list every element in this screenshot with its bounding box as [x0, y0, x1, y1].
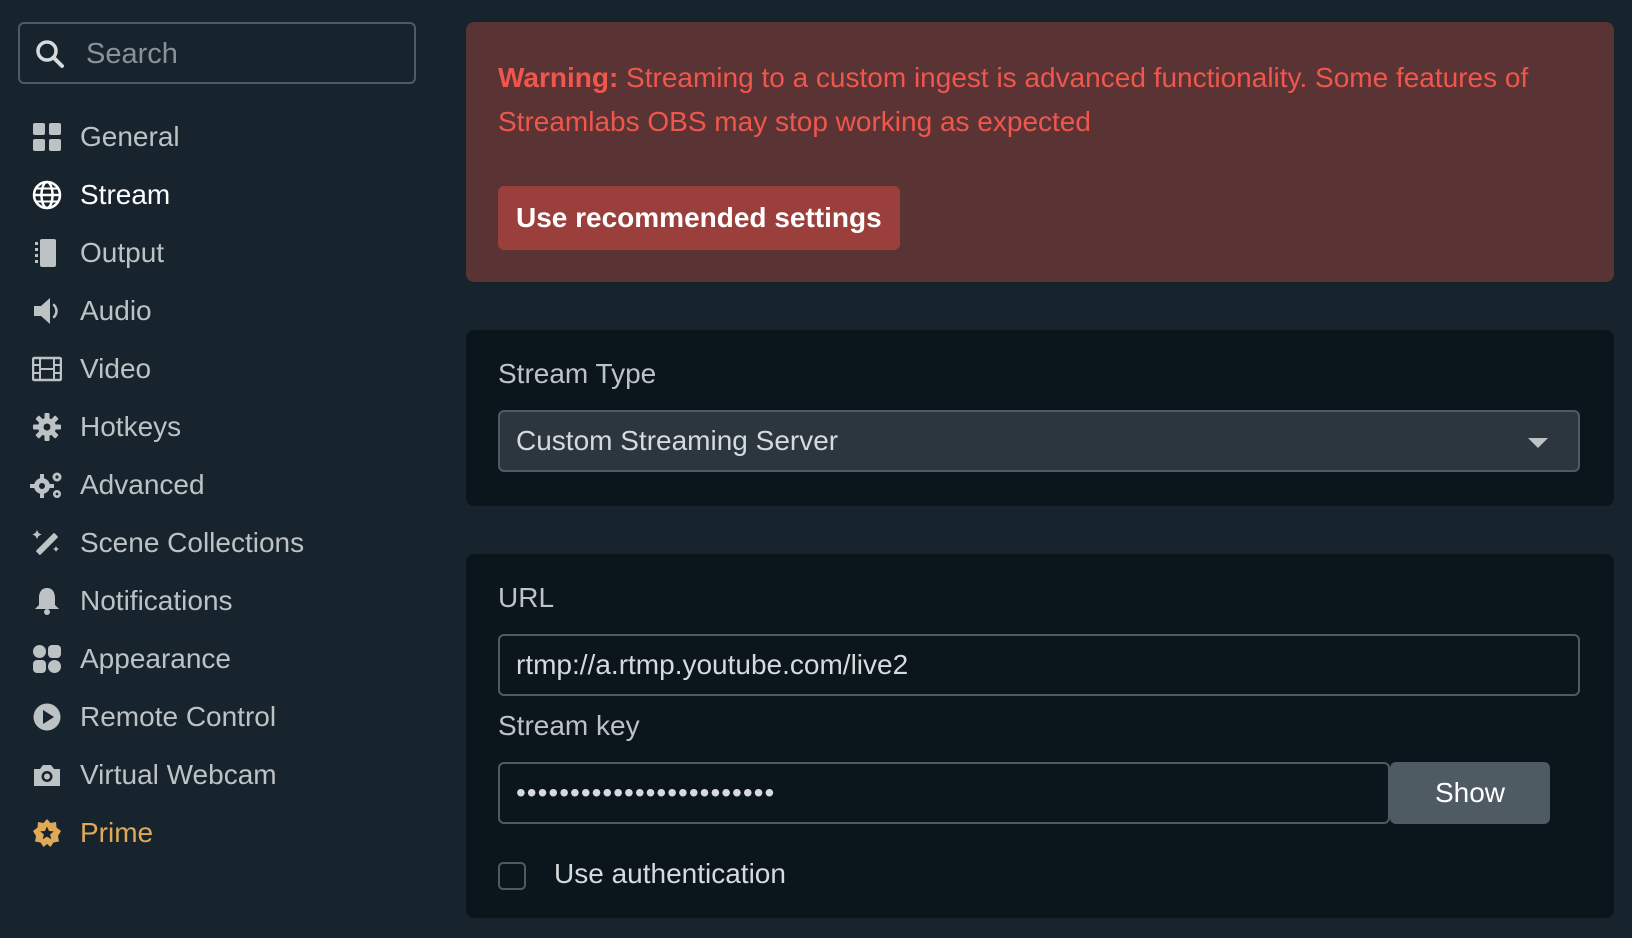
sidebar-item-stream[interactable]: Stream	[30, 175, 170, 215]
stream-type-selected-value: Custom Streaming Server	[516, 425, 839, 456]
sidebar-item-label: Notifications	[80, 585, 233, 616]
sidebar-item-remote-control[interactable]: Remote Control	[30, 697, 276, 737]
sidebar-item-hotkeys[interactable]: Hotkeys	[30, 407, 181, 447]
gears-icon	[30, 468, 64, 502]
search-input[interactable]	[84, 24, 408, 84]
sidebar-item-label: Virtual Webcam	[80, 759, 277, 790]
use-authentication-checkbox[interactable]	[498, 862, 526, 890]
use-recommended-settings-button[interactable]: Use recommended settings	[498, 186, 900, 250]
warning-strong-label: Warning:	[498, 62, 619, 93]
stream-type-card: Stream Type Custom Streaming Server	[466, 330, 1614, 506]
globe-icon	[30, 178, 64, 212]
speaker-icon	[30, 294, 64, 328]
stream-type-label: Stream Type	[498, 358, 657, 389]
sidebar-item-label: Prime	[80, 817, 154, 848]
chip-icon	[30, 236, 64, 270]
film-icon	[30, 352, 64, 386]
sidebar-item-output[interactable]: Output	[30, 233, 164, 273]
show-stream-key-button[interactable]: Show	[1390, 762, 1550, 824]
camera-icon	[30, 758, 64, 792]
chevron-down-icon	[1528, 438, 1548, 448]
stream-key-label: Stream key	[498, 710, 640, 741]
sidebar-item-audio[interactable]: Audio	[30, 291, 152, 331]
magic-wand-icon	[30, 526, 64, 560]
sidebar-item-label: Scene Collections	[80, 527, 305, 558]
sidebar-item-label: Hotkeys	[80, 411, 182, 442]
grid-icon	[30, 120, 64, 154]
play-circle-icon	[30, 700, 64, 734]
use-authentication-label: Use authentication	[554, 858, 786, 889]
settings-sidebar: General Stream Output Audio Video	[0, 0, 440, 938]
sidebar-item-notifications[interactable]: Notifications	[30, 581, 233, 621]
sidebar-item-general[interactable]: General	[30, 117, 180, 157]
search-icon	[36, 40, 64, 68]
sidebar-item-label: Video	[80, 353, 152, 384]
server-settings-card: URL Stream key Show Use authentication	[466, 554, 1614, 918]
sidebar-item-label: Remote Control	[80, 701, 277, 732]
sidebar-item-virtual-webcam[interactable]: Virtual Webcam	[30, 755, 277, 795]
warning-text: Streaming to a custom ingest is advanced…	[498, 62, 1529, 137]
url-label: URL	[498, 582, 555, 613]
shapes-icon	[30, 642, 64, 676]
stream-key-input[interactable]	[498, 762, 1390, 824]
sidebar-item-prime[interactable]: Prime	[30, 813, 153, 853]
sidebar-item-label: Output	[80, 237, 165, 268]
url-input[interactable]	[498, 634, 1580, 696]
sidebar-item-label: Advanced	[80, 469, 205, 500]
sidebar-item-label: General	[80, 121, 180, 152]
sidebar-item-appearance[interactable]: Appearance	[30, 639, 231, 679]
sidebar-item-label: Stream	[80, 179, 171, 210]
search-box	[18, 22, 416, 84]
sidebar-item-advanced[interactable]: Advanced	[30, 465, 205, 505]
stream-type-select[interactable]: Custom Streaming Server	[498, 410, 1580, 472]
bell-icon	[30, 584, 64, 618]
sidebar-item-scene-collections[interactable]: Scene Collections	[30, 523, 304, 563]
sidebar-item-label: Appearance	[80, 643, 232, 674]
sidebar-item-label: Audio	[80, 295, 152, 326]
gear-icon	[30, 410, 64, 444]
warning-message: Warning: Streaming to a custom ingest is…	[498, 56, 1578, 144]
prime-badge-icon	[30, 816, 64, 850]
sidebar-item-video[interactable]: Video	[30, 349, 151, 389]
warning-banner: Warning: Streaming to a custom ingest is…	[466, 22, 1614, 282]
